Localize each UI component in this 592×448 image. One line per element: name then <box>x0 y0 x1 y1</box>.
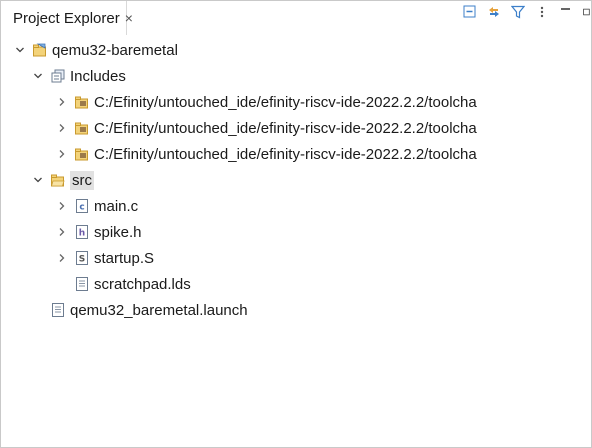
header-file-icon: h <box>76 225 88 239</box>
assembly-file-icon: S <box>76 251 88 265</box>
include-folder-icon <box>75 122 88 135</box>
svg-text:S: S <box>79 255 85 265</box>
project-explorer-view: Project Explorer × qemu32-baremetal Incl… <box>0 0 592 448</box>
project-folder-icon <box>33 43 46 57</box>
text-file-icon <box>52 303 64 317</box>
view-menu-icon[interactable] <box>535 5 549 19</box>
chevron-down-icon[interactable] <box>33 71 43 81</box>
minimize-icon[interactable] <box>559 5 573 19</box>
chevron-down-icon[interactable] <box>15 45 25 55</box>
chevron-down-icon[interactable] <box>33 175 43 185</box>
view-toolbar <box>463 5 591 27</box>
chevron-right-icon[interactable] <box>57 227 67 237</box>
file-label: main.c <box>94 197 139 215</box>
include-path-label: C:/Efinity/untouched_ide/efinity-riscv-i… <box>94 119 477 137</box>
close-icon[interactable]: × <box>125 11 133 25</box>
collapse-all-icon[interactable] <box>463 5 477 19</box>
tree-item-src[interactable]: src <box>1 167 591 193</box>
tab-title: Project Explorer <box>13 9 120 27</box>
chevron-right-icon[interactable] <box>57 149 67 159</box>
tree-item-spike-h[interactable]: h spike.h <box>1 219 591 245</box>
file-label: qemu32_baremetal.launch <box>70 301 248 319</box>
includes-icon <box>51 69 65 83</box>
tree-item-include-path-1[interactable]: C:/Efinity/untouched_ide/efinity-riscv-i… <box>1 89 591 115</box>
text-file-icon <box>76 277 88 291</box>
file-label: scratchpad.lds <box>94 275 191 293</box>
tree-item-project[interactable]: qemu32-baremetal <box>1 37 591 63</box>
filter-icon[interactable] <box>511 5 525 19</box>
chevron-right-icon[interactable] <box>57 123 67 133</box>
svg-text:c: c <box>79 203 84 213</box>
tab-project-explorer[interactable]: Project Explorer × <box>1 1 133 35</box>
include-folder-icon <box>75 148 88 161</box>
include-folder-icon <box>75 96 88 109</box>
maximize-icon[interactable] <box>583 5 591 19</box>
project-name: qemu32-baremetal <box>52 41 178 59</box>
include-path-label: C:/Efinity/untouched_ide/efinity-riscv-i… <box>94 93 477 111</box>
chevron-right-icon[interactable] <box>57 201 67 211</box>
chevron-right-icon[interactable] <box>57 97 67 107</box>
tree-item-include-path-2[interactable]: C:/Efinity/untouched_ide/efinity-riscv-i… <box>1 115 591 141</box>
tree-item-includes[interactable]: Includes <box>1 63 591 89</box>
src-label: src <box>70 170 94 190</box>
tree-item-launch[interactable]: qemu32_baremetal.launch <box>1 297 591 323</box>
tree-item-include-path-3[interactable]: C:/Efinity/untouched_ide/efinity-riscv-i… <box>1 141 591 167</box>
source-folder-icon <box>51 174 65 187</box>
view-tab-bar: Project Explorer × <box>1 1 591 35</box>
project-tree: qemu32-baremetal Includes C:/Efinity/unt… <box>1 37 591 323</box>
includes-label: Includes <box>70 67 126 85</box>
tree-item-main-c[interactable]: c main.c <box>1 193 591 219</box>
svg-text:h: h <box>79 229 85 239</box>
c-file-icon: c <box>76 199 88 213</box>
tree-item-scratchpad-lds[interactable]: scratchpad.lds <box>1 271 591 297</box>
include-path-label: C:/Efinity/untouched_ide/efinity-riscv-i… <box>94 145 477 163</box>
file-label: startup.S <box>94 249 155 267</box>
tree-item-startup-s[interactable]: S startup.S <box>1 245 591 271</box>
link-with-editor-icon[interactable] <box>487 5 501 19</box>
chevron-right-icon[interactable] <box>57 253 67 263</box>
file-label: spike.h <box>94 223 142 241</box>
